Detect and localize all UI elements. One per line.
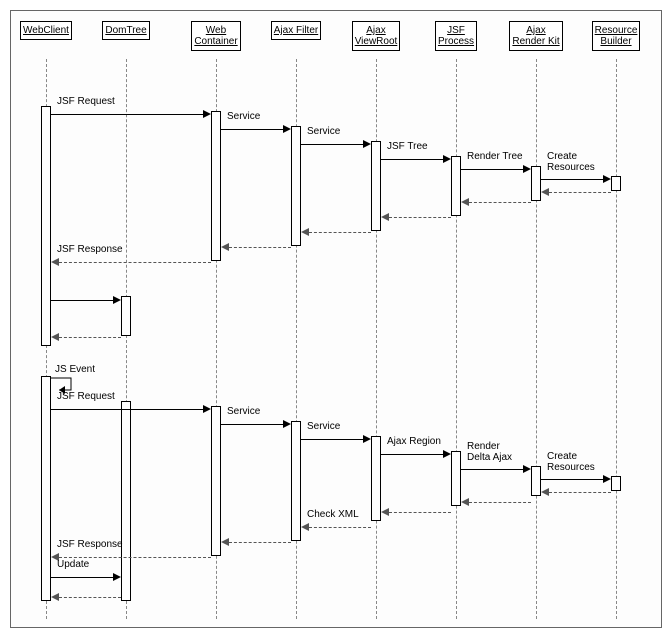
participant-webclient: WebClient <box>16 21 76 40</box>
message-label: Update <box>57 559 89 570</box>
message-label: Render Tree <box>467 151 523 162</box>
activation-bar <box>291 421 301 541</box>
participant-resourcebuilder: Resource Builder <box>586 21 646 51</box>
participant-ajaxfilter: Ajax Filter <box>266 21 326 40</box>
activation-bar <box>211 111 221 261</box>
message-jsf-request: JSF Request <box>51 403 211 417</box>
message-return <box>461 196 531 210</box>
participant-ajaxviewroot: Ajax ViewRoot <box>346 21 406 51</box>
activation-bar <box>611 476 621 491</box>
message-label: Service <box>227 406 260 417</box>
message-label: JSF Request <box>57 96 115 107</box>
participant-label: Ajax Render Kit <box>509 21 562 51</box>
activation-bar <box>531 466 541 496</box>
message-create-resources: Create Resources <box>541 473 611 487</box>
participant-label: WebClient <box>20 21 72 40</box>
message-return <box>221 536 291 550</box>
participant-jsfprocess: JSF Process <box>426 21 486 51</box>
activation-bar <box>611 176 621 191</box>
message-label: JSF Tree <box>387 141 428 152</box>
message-label: Create Resources <box>547 151 595 173</box>
activation-bar <box>121 401 131 601</box>
message-update: Update <box>51 571 121 585</box>
message-label: Ajax Region <box>387 436 441 447</box>
activation-bar <box>211 406 221 556</box>
participant-label: Ajax Filter <box>271 21 321 40</box>
message-return <box>541 486 611 500</box>
participant-domtree: DomTree <box>96 21 156 40</box>
participant-label: JSF Process <box>435 21 477 51</box>
message-check-xml: Check XML <box>301 521 371 535</box>
message-service: Service <box>301 433 371 447</box>
sequence-diagram-canvas: WebClient DomTree Web Container Ajax Fil… <box>10 10 662 628</box>
participant-label: Web Container <box>191 21 240 51</box>
activation-bar <box>371 141 381 231</box>
message-create-resources: Create Resources <box>541 173 611 187</box>
message-render-tree: Render Tree <box>461 163 531 177</box>
activation-bar <box>291 126 301 246</box>
lifeline <box>536 59 537 619</box>
message-service: Service <box>221 123 291 137</box>
message-render-delta-ajax: Render Delta Ajax <box>461 463 531 477</box>
message-service: Service <box>221 418 291 432</box>
participant-ajaxrenderkit: Ajax Render Kit <box>506 21 566 51</box>
lifeline <box>456 59 457 619</box>
message-label: Render Delta Ajax <box>467 441 512 463</box>
message-jsf-response: JSF Response <box>51 256 211 270</box>
message-return <box>381 211 451 225</box>
message-label: JSF Request <box>57 391 115 402</box>
message-return <box>381 506 451 520</box>
activation-bar <box>41 376 51 601</box>
message-ajax-region: Ajax Region <box>381 448 451 462</box>
participant-label: DomTree <box>102 21 149 40</box>
message-service: Service <box>301 138 371 152</box>
message-return <box>51 591 121 605</box>
message-return <box>461 496 531 510</box>
activation-bar <box>451 156 461 216</box>
message-call <box>51 294 121 308</box>
activation-bar <box>41 106 51 346</box>
message-return <box>541 186 611 200</box>
lifeline <box>616 59 617 619</box>
message-label: JSF Response <box>57 539 123 550</box>
message-jsf-request: JSF Request <box>51 108 211 122</box>
activation-bar <box>121 296 131 336</box>
activation-bar <box>371 436 381 521</box>
message-label: Create Resources <box>547 451 595 473</box>
message-return <box>221 241 291 255</box>
sequence-diagram-frame: WebClient DomTree Web Container Ajax Fil… <box>0 0 671 636</box>
message-label: Service <box>227 111 260 122</box>
participant-label: Ajax ViewRoot <box>352 21 401 51</box>
participant-webcontainer: Web Container <box>186 21 246 51</box>
message-label: JS Event <box>55 364 95 375</box>
activation-bar <box>531 166 541 201</box>
activation-bar <box>451 451 461 506</box>
message-label: Service <box>307 421 340 432</box>
message-return <box>301 226 371 240</box>
participant-label: Resource Builder <box>592 21 641 51</box>
message-return <box>51 331 121 345</box>
message-label: JSF Response <box>57 244 123 255</box>
message-label: Check XML <box>307 509 359 520</box>
message-jsf-tree: JSF Tree <box>381 153 451 167</box>
message-label: Service <box>307 126 340 137</box>
